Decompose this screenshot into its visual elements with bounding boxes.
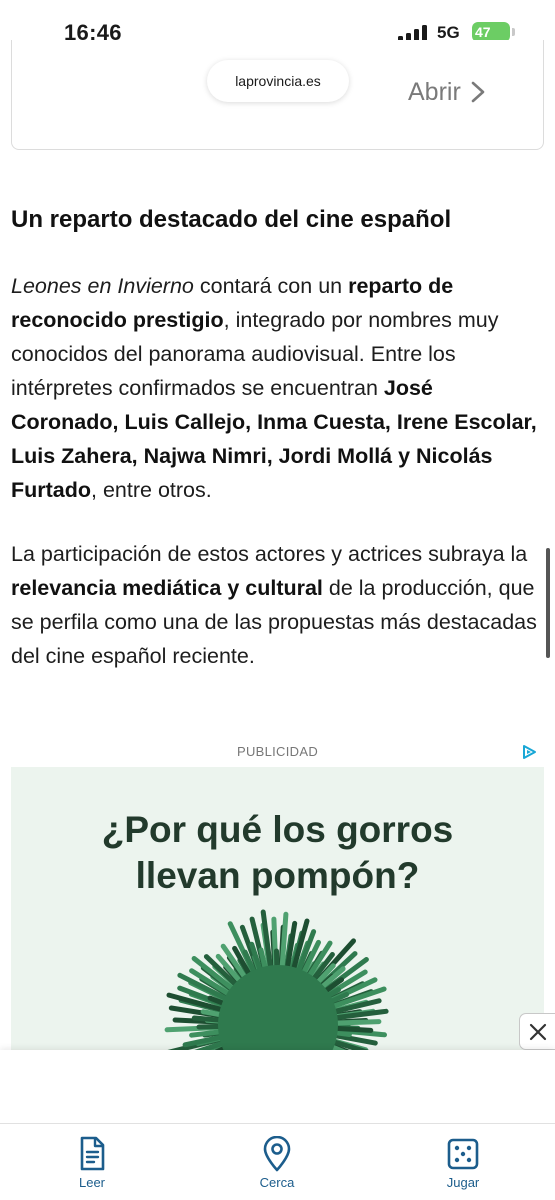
document-icon	[80, 1136, 105, 1171]
tab-jugar[interactable]: Jugar	[423, 1136, 503, 1190]
ad-banner[interactable]: ¿Por qué los gorros llevan pompón?	[11, 767, 544, 1050]
article-paragraph-2: La participación de estos actores y actr…	[11, 542, 537, 668]
open-button[interactable]: Abrir	[408, 76, 485, 108]
tab-leer[interactable]: Leer	[52, 1136, 132, 1190]
tab-cerca-label: Cerca	[259, 1175, 295, 1190]
ad-label: PUBLICIDAD	[236, 744, 319, 759]
close-ad-button[interactable]	[519, 1013, 555, 1050]
ad-dock	[0, 1050, 555, 1124]
phone-screen: 16:46 5G 47 laprovincia.es Abrir Un repa…	[0, 0, 555, 1200]
article-paragraph-1: Leones en Invierno contará con un repart…	[11, 274, 537, 502]
chevron-right-icon	[471, 81, 485, 103]
battery-icon: 47	[472, 22, 515, 42]
tab-leer-label: Leer	[78, 1175, 106, 1190]
scroll-indicator[interactable]	[546, 548, 550, 658]
battery-level: 47	[475, 24, 491, 40]
location-pin-icon	[263, 1136, 291, 1172]
adchoices-icon[interactable]	[521, 744, 537, 760]
section-heading: Un reparto destacado del cine español	[11, 206, 452, 233]
url-pill[interactable]: laprovincia.es	[207, 60, 349, 102]
close-icon	[529, 1023, 547, 1041]
ad-headline-line-2: llevan pompón?	[135, 855, 420, 896]
bottom-tab-bar: Leer Cerca Jugar	[0, 1123, 555, 1200]
tab-jugar-label: Jugar	[446, 1175, 480, 1190]
ad-headline: ¿Por qué los gorros llevan pompón?	[11, 807, 544, 899]
pompom-illustration	[164, 909, 389, 1050]
ad-headline-line-1: ¿Por qué los gorros	[101, 809, 454, 850]
dice-icon	[447, 1138, 479, 1170]
open-button-label: Abrir	[408, 77, 461, 106]
tab-cerca[interactable]: Cerca	[237, 1136, 317, 1190]
